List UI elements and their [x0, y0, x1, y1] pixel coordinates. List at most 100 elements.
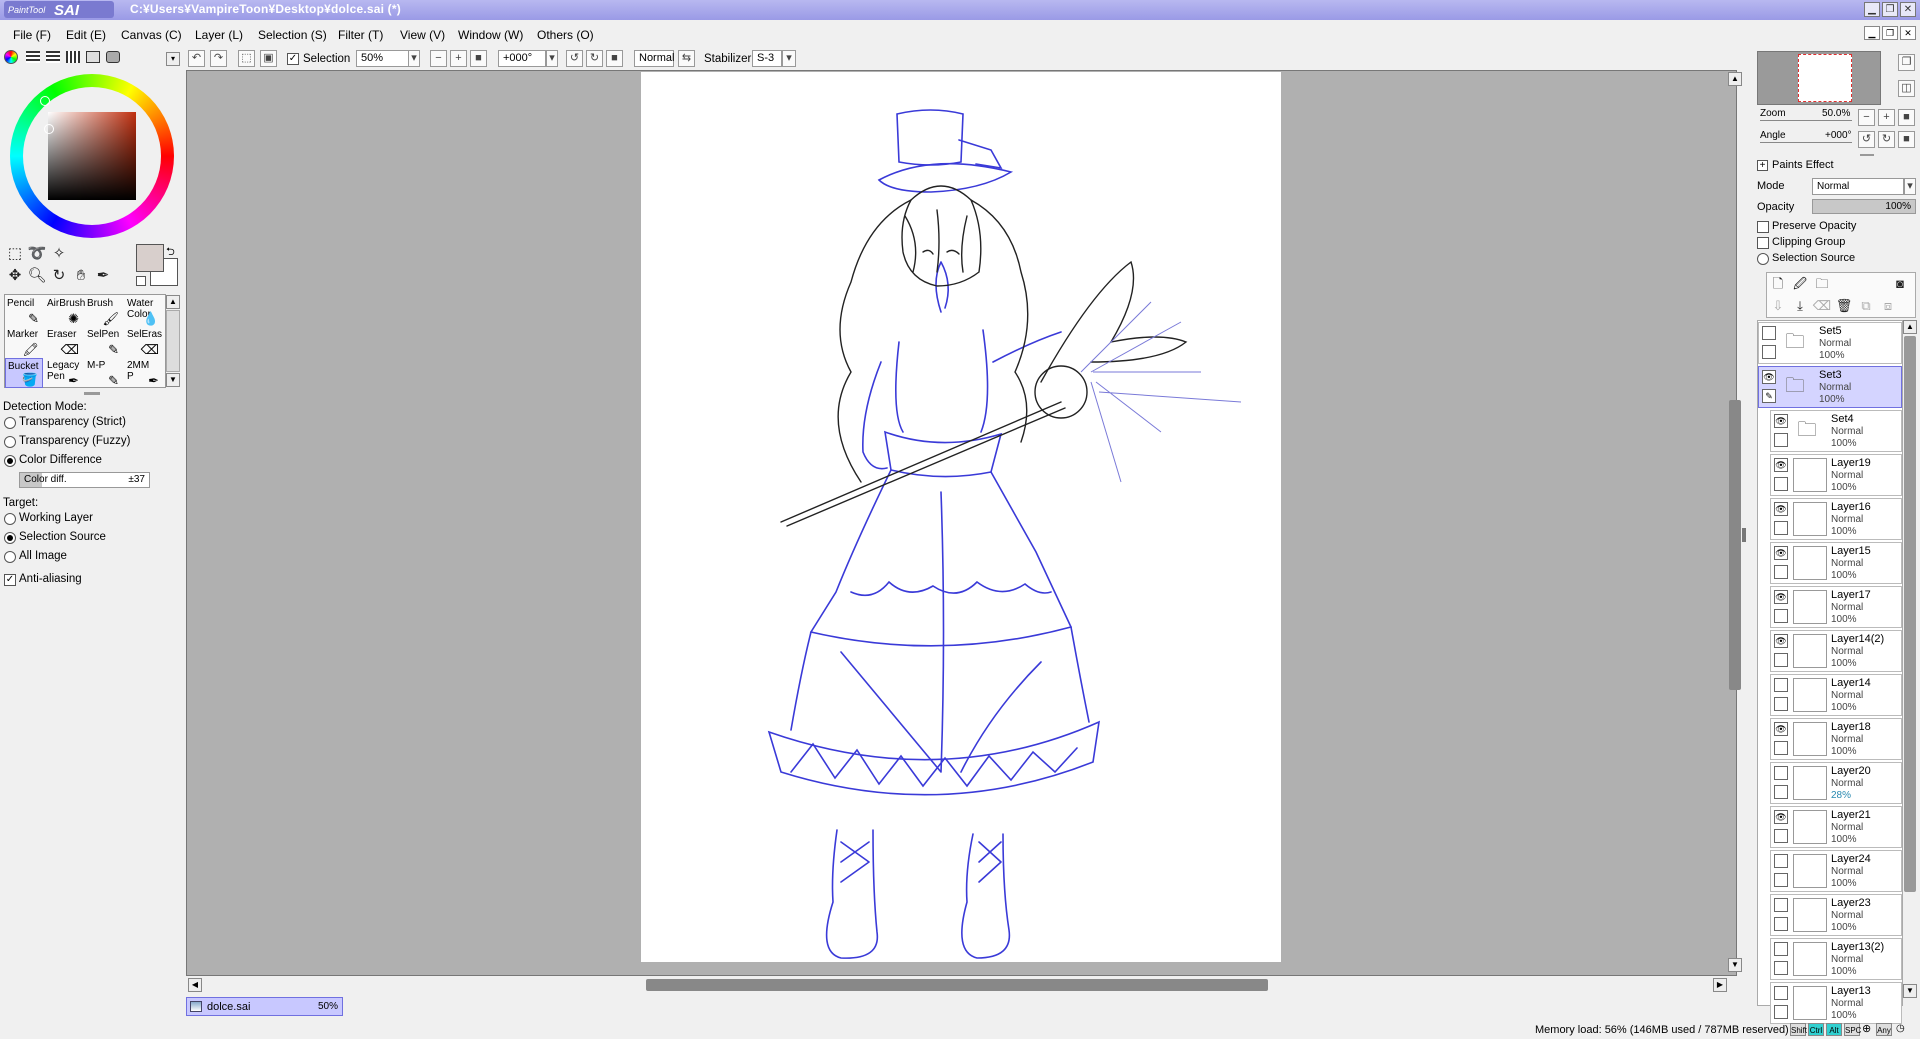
zoom-reset-button[interactable]: ■ — [470, 50, 487, 67]
scratchpad-mode-icon[interactable] — [86, 51, 100, 63]
nav-zoom-in[interactable]: + — [1878, 109, 1895, 126]
maximize-button[interactable]: ❐ — [1882, 2, 1898, 17]
brush-scroll-down[interactable]: ▼ — [166, 373, 180, 387]
menu-selection[interactable]: Selection (S) — [258, 28, 327, 42]
blend-mode-field[interactable]: Normal — [634, 50, 674, 67]
zoom-dropdown[interactable]: ▾ — [408, 50, 420, 67]
radio-selection-source[interactable] — [4, 532, 16, 544]
hscroll-right[interactable]: ▶ — [1713, 978, 1727, 992]
layer-visibility-eye-icon[interactable] — [1774, 766, 1788, 780]
layer-visibility-eye-icon[interactable]: 👁 — [1774, 722, 1788, 736]
layer-item[interactable]: 👁 🗀 Set4 Normal 100% — [1770, 410, 1902, 452]
layer-item[interactable]: 👁 Layer15 Normal 100% — [1770, 542, 1902, 584]
minimize-button[interactable]: ▁ — [1864, 2, 1880, 17]
selection-checkbox[interactable]: ✓ — [287, 53, 299, 65]
doc-close-button[interactable]: ✕ — [1900, 26, 1916, 40]
layer-visibility-eye-icon[interactable]: 👁 — [1774, 590, 1788, 604]
stabilizer-dropdown[interactable]: ▾ — [782, 50, 796, 67]
layer-visibility-eye-icon[interactable]: 👁 — [1774, 458, 1788, 472]
layer-item[interactable]: 👁 Layer14(2) Normal 100% — [1770, 630, 1902, 672]
nav-rotate-reset[interactable]: ■ — [1898, 131, 1915, 148]
layer-lock-toggle[interactable] — [1774, 917, 1788, 931]
layer-item[interactable]: 🗀 Set5 Normal 100% — [1758, 322, 1902, 364]
clipping-group-checkbox[interactable] — [1757, 237, 1769, 249]
brush-slot-eraser[interactable]: Eraser ⌫ — [45, 327, 83, 357]
paints-effect-expand-icon[interactable]: + — [1757, 160, 1768, 171]
brush-slot-m-p[interactable]: M-P ✎ — [85, 358, 123, 388]
preserve-opacity-checkbox[interactable] — [1757, 221, 1769, 233]
layer-lock-toggle[interactable] — [1774, 653, 1788, 667]
menu-edit[interactable]: Edit (E) — [66, 28, 106, 42]
panel-menu-button[interactable]: ▾ — [166, 52, 180, 66]
brush-slot-2mm-p[interactable]: 2MM P ✒ — [125, 358, 163, 388]
swatches-mode-icon[interactable] — [66, 51, 80, 63]
brush-slot-pencil[interactable]: Pencil ✎ — [5, 296, 43, 326]
brush-slot-water-color[interactable]: Water Color 💧 — [125, 296, 163, 326]
menu-others[interactable]: Others (O) — [537, 28, 594, 42]
deselect-button[interactable]: ⬚ — [238, 50, 255, 67]
rotate-icon[interactable]: ↻ — [49, 266, 69, 286]
color-mixer-mode-icon[interactable] — [106, 51, 120, 63]
rotate-left-button[interactable]: ↺ — [566, 50, 583, 67]
menu-window[interactable]: Window (W) — [458, 28, 523, 42]
document-tab[interactable]: dolce.sai 50% — [186, 997, 343, 1016]
zoom-in-button[interactable]: + — [450, 50, 467, 67]
radio-color-difference[interactable] — [4, 455, 16, 467]
layer-lock-toggle[interactable] — [1774, 521, 1788, 535]
layer-lock-toggle[interactable] — [1774, 829, 1788, 843]
new-layer-icon[interactable]: 🗋 — [1768, 274, 1788, 294]
layer-lock-toggle[interactable] — [1774, 873, 1788, 887]
angle-field[interactable]: +000° — [498, 50, 546, 67]
layer-visibility-eye-icon[interactable]: 👁 — [1774, 414, 1788, 428]
layer-lock-toggle[interactable] — [1774, 697, 1788, 711]
menu-filter[interactable]: Filter (T) — [338, 28, 383, 42]
layer-visibility-eye-icon[interactable] — [1774, 942, 1788, 956]
brush-slot-marker[interactable]: Marker 🖍 — [5, 327, 43, 357]
brush-slot-airbrush[interactable]: AirBrush ✺ — [45, 296, 85, 326]
rotate-right-button[interactable]: ↻ — [586, 50, 603, 67]
layer-visibility-eye-icon[interactable] — [1774, 854, 1788, 868]
stabilizer-field[interactable]: S-3 — [752, 50, 782, 67]
layer-item[interactable]: 👁 Layer19 Normal 100% — [1770, 454, 1902, 496]
hand-icon[interactable]: ✋︎ — [71, 266, 91, 286]
color-wheel-mode-icon[interactable] — [4, 50, 18, 64]
radio-transparency-strict[interactable] — [4, 417, 16, 429]
hue-picker-marker[interactable] — [40, 96, 50, 106]
layer-lock-toggle[interactable] — [1774, 609, 1788, 623]
lasso-icon[interactable]: ➰ — [27, 244, 47, 264]
brush-scroll-up[interactable]: ▲ — [166, 295, 180, 309]
canvas-paper[interactable] — [641, 72, 1281, 962]
layer-visibility-eye-icon[interactable]: 👁 — [1774, 502, 1788, 516]
vscroll-down[interactable]: ▼ — [1728, 958, 1742, 972]
layer-lock-toggle[interactable] — [1774, 741, 1788, 755]
delete-layer-icon[interactable]: 🗑 — [1834, 296, 1854, 316]
layer-visibility-eye-icon[interactable] — [1774, 986, 1788, 1000]
nav-angle-slider[interactable] — [1760, 142, 1852, 143]
layer-lock-toggle[interactable] — [1762, 345, 1776, 359]
layer-scroll-thumb[interactable] — [1904, 336, 1916, 892]
magic-wand-icon[interactable]: ✧ — [49, 244, 69, 264]
layer-item[interactable]: Layer13(2) Normal 100% — [1770, 938, 1902, 980]
rgb-slider-mode-icon[interactable] — [26, 51, 40, 63]
radio-transparency-fuzzy[interactable] — [4, 436, 16, 448]
hsv-slider-mode-icon[interactable] — [46, 51, 60, 63]
layer-lock-toggle[interactable] — [1774, 961, 1788, 975]
layer-mask-icon[interactable]: ◙ — [1890, 274, 1910, 294]
transfer-down-icon[interactable]: ⇩ — [1768, 296, 1788, 316]
layer-visibility-eye-icon[interactable]: 👁 — [1774, 810, 1788, 824]
nav-zoom-slider[interactable] — [1760, 120, 1852, 121]
merge-visible-icon[interactable]: ⧉ — [1856, 296, 1876, 316]
layer-lock-toggle[interactable] — [1774, 477, 1788, 491]
layer-lock-toggle[interactable] — [1774, 565, 1788, 579]
menu-canvas[interactable]: Canvas (C) — [121, 28, 182, 42]
undo-button[interactable]: ↶ — [188, 50, 205, 67]
color-wheel[interactable] — [10, 74, 174, 238]
selection-source-radio[interactable] — [1757, 253, 1769, 265]
doc-minimize-button[interactable]: ▁ — [1864, 26, 1880, 40]
navigator-preview[interactable] — [1757, 51, 1881, 105]
brush-slot-legacy-pen[interactable]: Legacy Pen ✒ — [45, 358, 83, 388]
nav-rotate-left[interactable]: ↺ — [1858, 131, 1875, 148]
flatten-icon[interactable]: ⧈ — [1878, 296, 1898, 316]
new-linework-layer-icon[interactable]: 🖉 — [1790, 274, 1810, 294]
nav-zoom-out[interactable]: − — [1858, 109, 1875, 126]
